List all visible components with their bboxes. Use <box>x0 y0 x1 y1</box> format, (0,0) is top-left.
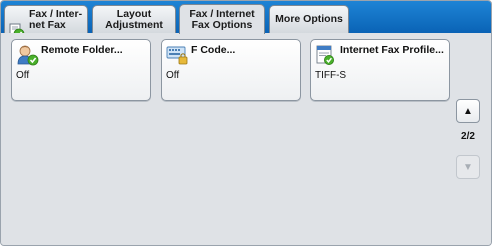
tab-bar: Fax / Inter- net Fax Layout Adjustment F… <box>1 1 491 39</box>
remote-folder-button[interactable]: Remote Folder... Off <box>11 39 151 101</box>
tab-fax-internet-fax-options[interactable]: Fax / Internet Fax Options <box>179 4 265 34</box>
scroll-down-button[interactable]: ▼ <box>456 155 480 179</box>
tab-label: Layout Adjustment <box>105 7 163 31</box>
feature-title: Internet Fax Profile... <box>340 44 444 56</box>
feature-value: TIFF-S <box>315 70 347 81</box>
feature-value: Off <box>16 70 30 81</box>
scroll-up-button[interactable]: ▲ <box>456 99 480 123</box>
internet-fax-profile-icon <box>315 44 339 66</box>
tab-label: Fax / Inter- net Fax <box>29 7 83 31</box>
tab-fax-internet-fax[interactable]: Fax / Inter- net Fax <box>4 5 88 39</box>
f-code-button[interactable]: F Code... Off <box>161 39 301 101</box>
arrow-down-icon: ▼ <box>463 161 473 173</box>
page-indicator: 2/2 <box>461 131 475 142</box>
options-panel: Remote Folder... Off F Code... Off Inter… <box>1 33 491 245</box>
feature-value: Off <box>166 70 180 81</box>
f-code-icon <box>166 44 190 66</box>
tab-more-options[interactable]: More Options <box>269 5 349 33</box>
tab-layout-adjustment[interactable]: Layout Adjustment <box>92 5 176 33</box>
internet-fax-profile-button[interactable]: Internet Fax Profile... TIFF-S <box>310 39 450 101</box>
screen-frame: Fax / Inter- net Fax Layout Adjustment F… <box>0 0 492 246</box>
tab-label: Fax / Internet Fax Options <box>189 7 255 31</box>
arrow-up-icon: ▲ <box>463 105 473 117</box>
remote-folder-icon <box>16 44 40 66</box>
feature-title: F Code... <box>191 44 236 56</box>
feature-title: Remote Folder... <box>41 44 123 56</box>
tab-label: More Options <box>275 13 343 25</box>
fax-icon <box>9 11 25 39</box>
